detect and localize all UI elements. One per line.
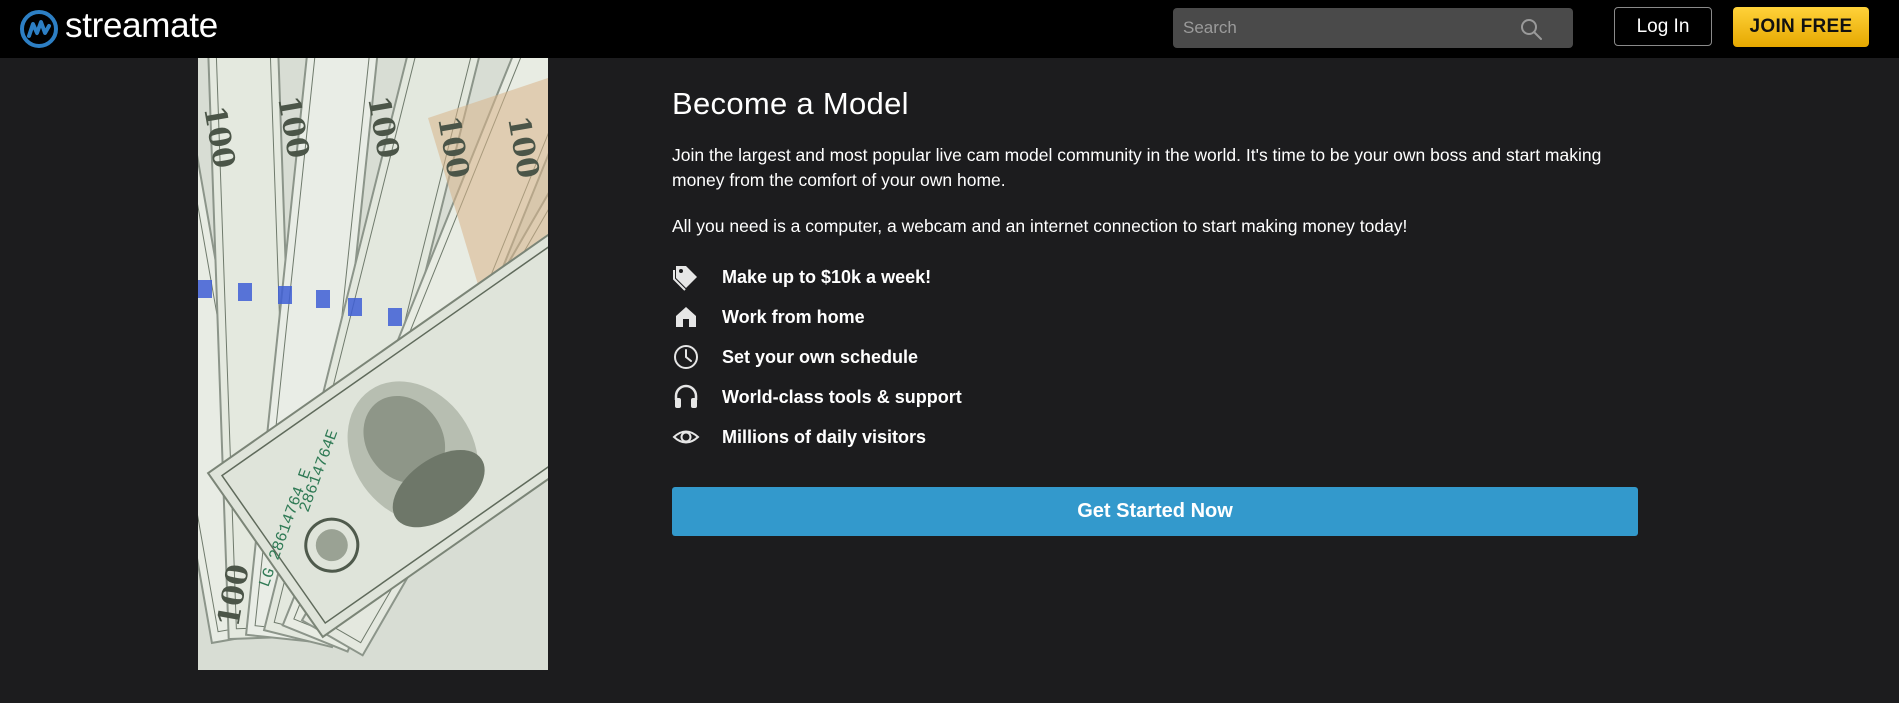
feature-list: Make up to $10k a week! Work from home S… bbox=[672, 257, 1642, 457]
clock-icon bbox=[672, 343, 700, 371]
feature-label: Work from home bbox=[722, 306, 865, 327]
streamate-logo[interactable]: streamate bbox=[19, 8, 218, 50]
feature-label: World-class tools & support bbox=[722, 386, 962, 407]
requirements-paragraph: All you need is a computer, a webcam and… bbox=[672, 216, 1408, 236]
home-icon bbox=[672, 303, 700, 331]
feature-item-visitors: Millions of daily visitors bbox=[672, 417, 1642, 457]
become-model-section: Become a Model Join the largest and most… bbox=[672, 84, 1642, 457]
feature-label: Make up to $10k a week! bbox=[722, 266, 932, 287]
join-free-button[interactable]: JOIN FREE bbox=[1733, 7, 1869, 47]
tag-icon bbox=[672, 263, 700, 291]
search-icon[interactable] bbox=[1519, 17, 1543, 41]
feature-label: Set your own schedule bbox=[722, 346, 919, 367]
logo-text: streamate bbox=[65, 5, 218, 45]
login-button[interactable]: Log In bbox=[1614, 7, 1712, 46]
feature-item-schedule: Set your own schedule bbox=[672, 337, 1642, 377]
intro-paragraph: Join the largest and most popular live c… bbox=[672, 145, 1602, 190]
top-navigation-bar: streamate Log In JOIN FREE bbox=[0, 0, 1899, 58]
feature-item-earnings: Make up to $10k a week! bbox=[672, 257, 1642, 297]
search-box bbox=[1173, 8, 1573, 48]
search-input[interactable] bbox=[1173, 8, 1523, 48]
feature-item-support: World-class tools & support bbox=[672, 377, 1642, 417]
eye-icon bbox=[672, 423, 700, 451]
page-title: Become a Model bbox=[672, 86, 909, 121]
headset-icon bbox=[672, 383, 700, 411]
streamate-logo-icon bbox=[20, 10, 58, 48]
money-bills-image: LG 28614764 E 28614764E 100 100 100 100 … bbox=[198, 58, 548, 670]
feature-label: Millions of daily visitors bbox=[722, 426, 927, 447]
feature-item-home: Work from home bbox=[672, 297, 1642, 337]
money-bills-illustration: LG 28614764 E 28614764E 100 100 100 100 … bbox=[198, 58, 548, 670]
get-started-button[interactable]: Get Started Now bbox=[672, 487, 1638, 536]
